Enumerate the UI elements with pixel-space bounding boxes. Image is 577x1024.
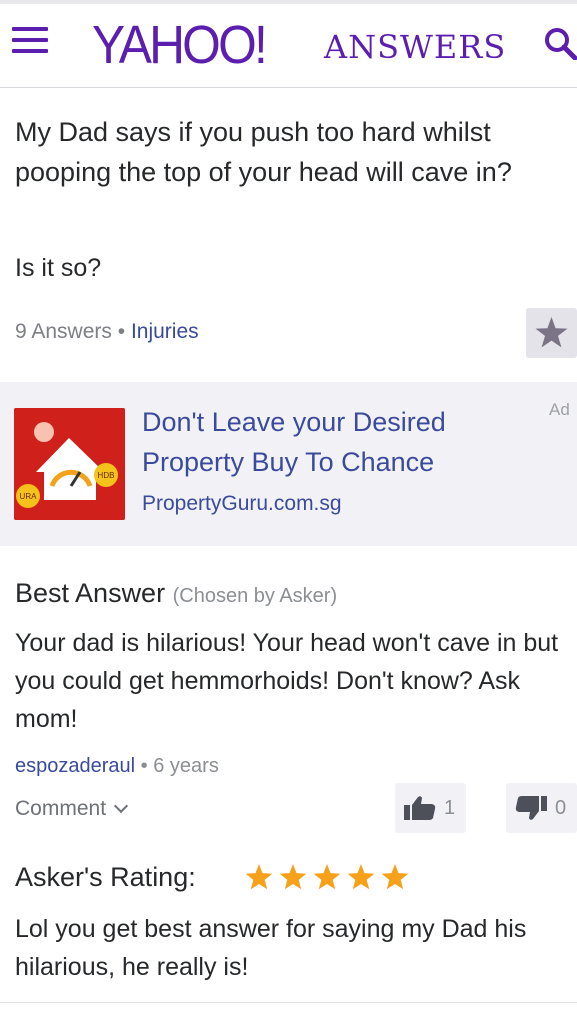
rating-star-icon [381, 864, 409, 890]
thumbs-up-button[interactable]: 1 [395, 783, 466, 833]
ad-image[interactable]: HDB URA [14, 408, 125, 520]
ad-title[interactable]: Don't Leave your Desired Property Buy To… [142, 402, 522, 482]
answers-count[interactable]: 9 Answers [15, 320, 112, 343]
question-meta: 9 Answers • Injuries [15, 320, 199, 344]
rating-star-icon [245, 864, 273, 890]
question-detail: Is it so? [15, 254, 102, 282]
rating-star-icon [347, 864, 375, 890]
thumbs-down-button[interactable]: 0 [506, 783, 577, 833]
divider [0, 1002, 577, 1003]
comment-label: Comment [15, 797, 107, 820]
askers-rating-comment: Lol you get best answer for saying my Da… [15, 915, 527, 981]
sponsored-ad[interactable]: HDB URA Don't Leave your Desired Propert… [0, 382, 577, 546]
rating-star-icon [313, 864, 341, 890]
thumbs-down-count: 0 [555, 797, 567, 819]
answer-age: 6 years [153, 755, 219, 777]
ad-label: Ad [549, 400, 570, 419]
hamburger-menu-icon[interactable] [12, 27, 48, 53]
chevron-down-icon [113, 798, 129, 814]
yahoo-logo[interactable]: YAHOO! [92, 14, 268, 76]
best-answer-label: Best Answer [15, 578, 166, 608]
answerer-username[interactable]: espozaderaul [15, 755, 135, 777]
answers-logo-text[interactable]: ANSWERS [324, 28, 506, 66]
question-title: My Dad says if you push too hard whilst … [15, 117, 512, 187]
star-icon [535, 317, 568, 348]
answer-meta: espozaderaul • 6 years [15, 755, 219, 778]
search-icon[interactable] [543, 26, 577, 60]
ura-badge-text: URA [20, 492, 38, 501]
rating-stars [245, 864, 409, 890]
askers-rating-label: Asker's Rating: [15, 862, 196, 892]
thumbs-up-count: 1 [444, 797, 456, 819]
follow-star-button[interactable] [526, 308, 577, 358]
answer-meta-separator: • [140, 755, 148, 777]
top-bar: YAHOO! ANSWERS [0, 0, 577, 88]
category-link[interactable]: Injuries [131, 320, 199, 343]
thumbs-up-icon [404, 796, 436, 820]
ad-domain[interactable]: PropertyGuru.com.sg [142, 492, 342, 516]
best-answer-text: Your dad is hilarious! Your head won't c… [15, 629, 559, 733]
rating-star-icon [279, 864, 307, 890]
chosen-by-label: (Chosen by Asker) [172, 585, 338, 607]
meta-separator: • [117, 320, 126, 343]
house-gauge-icon: HDB URA [14, 408, 125, 520]
hdb-badge-text: HDB [98, 471, 115, 480]
thumbs-down-icon [515, 796, 547, 820]
comment-button[interactable]: Comment [15, 797, 129, 821]
top-border [0, 0, 577, 4]
best-answer-heading: Best Answer (Chosen by Asker) [15, 578, 337, 609]
